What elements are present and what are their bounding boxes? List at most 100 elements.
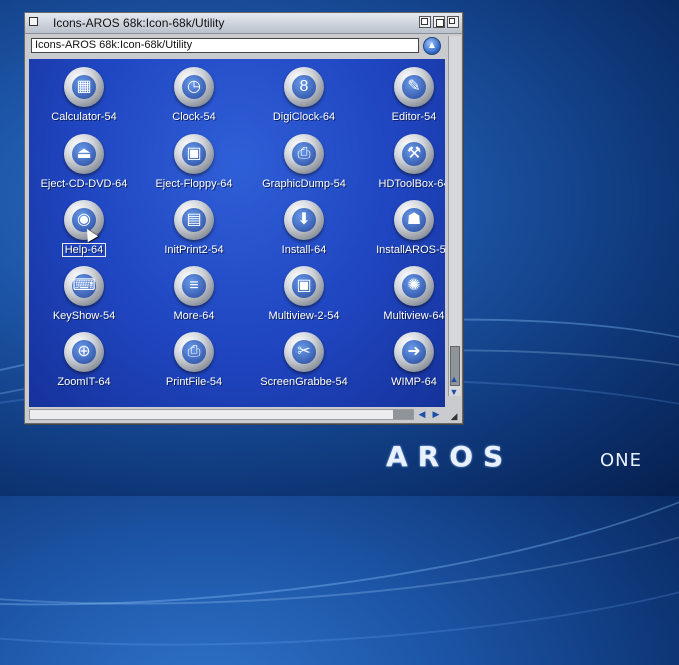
desktop-icon[interactable]: 8 DigiClock-64	[249, 67, 359, 133]
desktop-icon[interactable]: ▦ Calculator-54	[29, 67, 139, 133]
film-reel-icon: ✺	[402, 274, 426, 298]
eject-disc-icon: ⏏	[72, 142, 96, 166]
icon-label-text: InstallAROS-54	[376, 244, 445, 256]
desktop-icon[interactable]: ≡ More-64	[139, 266, 249, 332]
horizontal-scrollbar[interactable]	[29, 409, 414, 420]
clock-icon: ◷	[182, 75, 206, 99]
depth-gadget-icon[interactable]	[447, 16, 459, 28]
icon-label-text: WIMP-64	[391, 376, 437, 388]
print-file-icon: ⎙	[182, 340, 206, 364]
path-field[interactable]: Icons-AROS 68k:Icon-68k/Utility	[31, 38, 419, 53]
icon-label-text: Clock-54	[172, 111, 216, 123]
icon-label-text: GraphicDump-54	[262, 178, 346, 190]
parent-dir-button-icon[interactable]: ▲	[423, 37, 441, 55]
icon-disc: ⌨	[64, 266, 104, 306]
install-icon: ⬇	[292, 208, 316, 232]
close-gadget-icon[interactable]	[29, 17, 38, 26]
icon-disc: ▣	[174, 134, 214, 174]
keyboard-icon: ⌨	[72, 274, 96, 298]
desktop-icon[interactable]: ⎙ GraphicDump-54	[249, 134, 359, 200]
resize-gadget-icon[interactable]: ◢	[449, 411, 459, 421]
scissors-icon: ✂	[292, 340, 316, 364]
wimp-icon: ➜	[402, 340, 426, 364]
hd-toolbox-icon: ⚒	[402, 142, 426, 166]
zoom-gadget-icon[interactable]	[433, 16, 445, 28]
desktop-icon[interactable]: ✂ ScreenGrabbe-54	[249, 332, 359, 398]
desktop-icon[interactable]: ☗ InstallAROS-54	[359, 200, 445, 266]
icon-disc: ≡	[174, 266, 214, 306]
icon-label-text: PrintFile-54	[165, 376, 223, 388]
icon-disc: ◷	[174, 67, 214, 107]
icon-label-text: Eject-CD-DVD-64	[40, 178, 128, 190]
desktop-icon[interactable]: ➜ WIMP-64	[359, 332, 445, 398]
aros-one-logo: AROS ONE	[386, 440, 666, 473]
icon-disc: ✂	[284, 332, 324, 372]
window-titlebar[interactable]: Icons-AROS 68k:Icon-68k/Utility	[25, 13, 462, 34]
icon-disc: ⏏	[64, 134, 104, 174]
icon-label-text: ZoomIT-64	[57, 376, 111, 388]
window-title: Icons-AROS 68k:Icon-68k/Utility	[53, 16, 225, 30]
scroll-left-icon[interactable]: ◀	[416, 409, 428, 420]
icon-disc: ⎙	[174, 332, 214, 372]
icon-label-text: Install-64	[281, 244, 327, 256]
desktop-icon[interactable]: ⎙ PrintFile-54	[139, 332, 249, 398]
desktop-icon[interactable]: ⊕ ZoomIT-64	[29, 332, 139, 398]
icon-disc: ▣	[284, 266, 324, 306]
icon-disc: ⊕	[64, 332, 104, 372]
text-viewer-icon: ≡	[182, 274, 206, 298]
icon-disc: 8	[284, 67, 324, 107]
icon-disc: ⬇	[284, 200, 324, 240]
iconify-gadget-icon[interactable]	[419, 16, 431, 28]
icon-label-text: Calculator-54	[51, 111, 117, 123]
icon-label-text: HDToolBox-64	[378, 178, 445, 190]
scroll-up-icon[interactable]: ▲	[448, 373, 460, 385]
desktop-icon[interactable]: ▣ Eject-Floppy-64	[139, 134, 249, 200]
icon-label-text: KeyShow-54	[52, 310, 116, 322]
scroll-down-icon[interactable]: ▼	[448, 386, 460, 398]
desktop-icon[interactable]: ✎ Editor-54	[359, 67, 445, 133]
drawer-window: Icons-AROS 68k:Icon-68k/Utility Icons-AR…	[24, 12, 463, 424]
icon-label-text: Eject-Floppy-64	[155, 178, 233, 190]
digital-clock-icon: 8	[292, 75, 316, 99]
icon-label-text: Multiview-64	[383, 310, 445, 322]
desktop-icon[interactable]: ◷ Clock-54	[139, 67, 249, 133]
icon-label: InstallAROS-54	[349, 244, 445, 256]
desktop-icon[interactable]: ✺ Multiview-64	[359, 266, 445, 332]
desktop-icon[interactable]: ▣ Multiview-2-54	[249, 266, 359, 332]
icon-label-text: ScreenGrabbe-54	[260, 376, 348, 388]
eject-floppy-icon: ▣	[182, 142, 206, 166]
horizontal-scroll-thumb[interactable]	[393, 410, 413, 419]
icon-label-text: DigiClock-64	[272, 111, 336, 123]
icon-label-text: More-64	[173, 310, 215, 322]
desktop-icon[interactable]: ▤ InitPrint2-54	[139, 200, 249, 266]
icon-disc: ✎	[394, 67, 434, 107]
icon-label: Multiview-64	[349, 310, 445, 322]
icon-disc: ⚒	[394, 134, 434, 174]
icon-label-text: Multiview-2-54	[268, 310, 340, 322]
icon-disc: ▦	[64, 67, 104, 107]
editor-icon: ✎	[402, 75, 426, 99]
scroll-right-icon[interactable]: ▶	[430, 409, 442, 420]
multiview-icon: ▣	[292, 274, 316, 298]
printer-icon: ⎙	[292, 142, 316, 166]
vertical-scrollbar[interactable]	[448, 36, 461, 396]
icon-label-text: Editor-54	[391, 111, 437, 123]
desktop-icon[interactable]: ⚒ HDToolBox-64	[359, 134, 445, 200]
icon-disc: ☗	[394, 200, 434, 240]
calculator-icon: ▦	[72, 75, 96, 99]
install-aros-icon: ☗	[402, 208, 426, 232]
logo-suffix: ONE	[600, 450, 643, 471]
icon-disc: ⎙	[284, 134, 324, 174]
zoom-icon: ⊕	[72, 340, 96, 364]
desktop-icon[interactable]: ⬇ Install-64	[249, 200, 359, 266]
icon-label: WIMP-64	[349, 376, 445, 388]
desktop-icon[interactable]: ⏏ Eject-CD-DVD-64	[29, 134, 139, 200]
icon-label: Editor-54	[349, 111, 445, 123]
icon-disc: ✺	[394, 266, 434, 306]
icon-label-text: Help-64	[61, 243, 107, 257]
logo-wordmark: AROS	[386, 440, 514, 473]
desktop-icon[interactable]: ⌨ KeyShow-54	[29, 266, 139, 332]
icon-disc: ➜	[394, 332, 434, 372]
icon-label: HDToolBox-64	[349, 178, 445, 190]
icon-disc: ▤	[174, 200, 214, 240]
